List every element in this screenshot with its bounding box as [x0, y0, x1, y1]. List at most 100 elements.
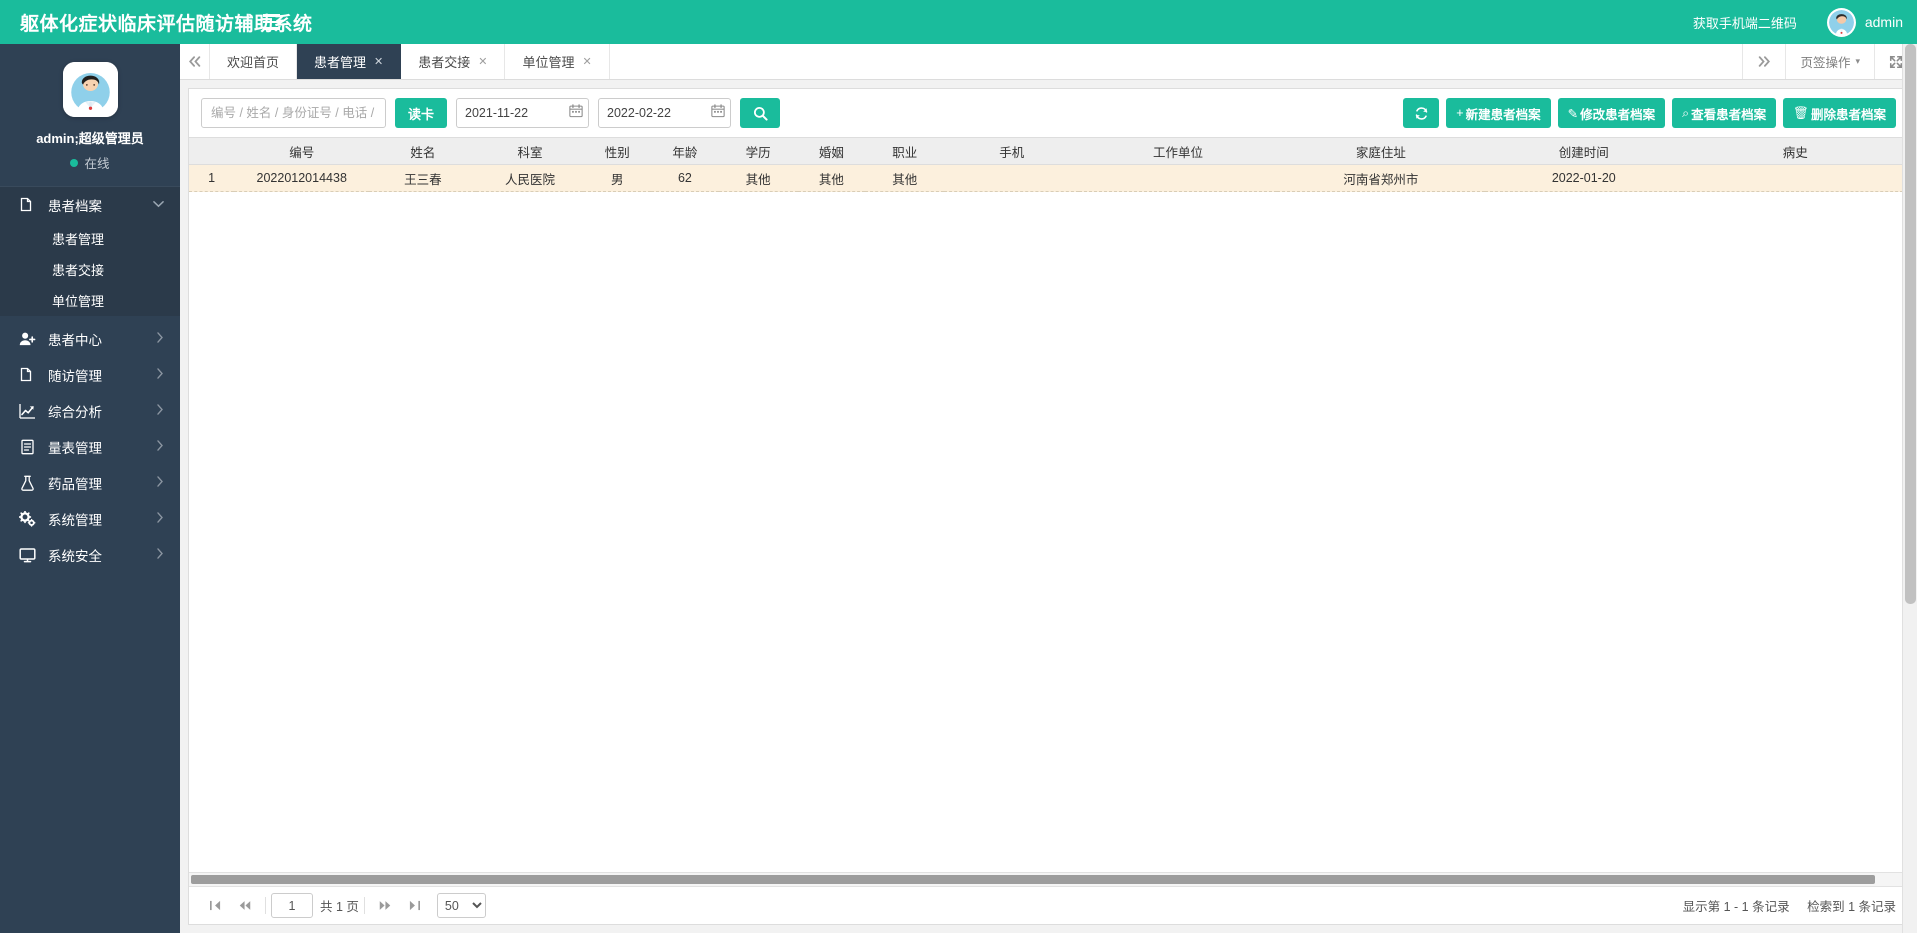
- page-first-icon: [210, 900, 221, 911]
- tab-患者交接[interactable]: 患者交接 ✕: [401, 44, 506, 79]
- sidebar-submenu: 患者管理 患者交接 单位管理: [0, 223, 180, 316]
- tab-bar: 欢迎首页 患者管理 ✕ 患者交接 ✕ 单位管理 ✕ 页签操作 ▾: [180, 44, 1917, 80]
- gears-icon: [16, 508, 38, 530]
- sidebar-menu: 患者档案患者管理 患者交接 单位管理患者中心随访管理综合分析 量表管理 药品管理 系统管理…: [0, 187, 180, 573]
- table-body: 1 2022012014438 王三春 人民医院男 62 其他 其他 其他 河南省郑州市 2022…: [189, 164, 1908, 192]
- column-header-编号[interactable]: 编号: [234, 137, 370, 165]
- sidebar-group-2: 随访管理: [0, 357, 180, 393]
- page-number-input[interactable]: [271, 893, 313, 918]
- zoom-search-patient-record-button[interactable]: ⌕ 查看患者档案: [1672, 98, 1777, 128]
- user-menu[interactable]: admin: [1826, 7, 1903, 37]
- table-row[interactable]: 1 2022012014438 王三春 人民医院男 62 其他 其他 其他 河南省郑州市 2022…: [189, 164, 1908, 192]
- hamburger-menu-icon[interactable]: [254, 0, 288, 44]
- column-header-index[interactable]: [189, 137, 235, 165]
- page-prev-button[interactable]: [230, 900, 260, 911]
- sidebar-item-患者档案[interactable]: 患者档案: [0, 187, 180, 223]
- page-scrollbar[interactable]: [1902, 44, 1917, 933]
- column-header-工作单位[interactable]: 工作单位: [1079, 137, 1277, 165]
- sidebar-item-患者中心[interactable]: 患者中心: [0, 321, 180, 357]
- patient-table-scroll[interactable]: 编号 姓名 科室 性别 年龄 学历 婚姻 职业 手机 工作单位 家庭住址 创建时间 病史 1 202201…: [189, 137, 1908, 872]
- page-first-button[interactable]: [201, 900, 230, 911]
- column-header-年龄[interactable]: 年龄: [651, 137, 719, 165]
- date-to-wrapper: [598, 98, 732, 128]
- tab-actions-dropdown[interactable]: 页签操作 ▾: [1785, 44, 1874, 79]
- page-last-button[interactable]: [400, 900, 429, 911]
- chevron-right-icon: [156, 404, 164, 418]
- tab-label: 患者管理: [314, 55, 367, 70]
- tabs-scroll-right-button[interactable]: [1742, 44, 1785, 79]
- tab-患者管理[interactable]: 患者管理 ✕: [297, 44, 402, 79]
- close-icon[interactable]: ✕: [374, 55, 383, 68]
- sidebar-item-随访管理[interactable]: 随访管理: [0, 357, 180, 393]
- table-cell: 男: [583, 164, 652, 192]
- sidebar-item-系统安全[interactable]: 系统安全: [0, 537, 180, 573]
- mobile-qrcode-link[interactable]: 获取手机端二维码: [1693, 13, 1797, 32]
- app-title: 躯体化症状临床评估随访辅助系统: [20, 13, 313, 35]
- sidebar-item-label: 患者档案: [48, 199, 102, 214]
- column-header-性别[interactable]: 性别: [583, 137, 652, 165]
- sidebar-subitem-单位管理[interactable]: 单位管理: [0, 285, 180, 316]
- column-header-婚姻[interactable]: 婚姻: [797, 137, 866, 165]
- trash-icon: 🗑: [1793, 105, 1809, 120]
- record-action-buttons: + 新建患者档案 ✎ 修改患者档案 ⌕ 查看患者档案 🗑 删除患者档案: [1403, 98, 1896, 128]
- date-from-input[interactable]: [456, 98, 590, 128]
- double-chevron-left-icon: [188, 56, 200, 67]
- sidebar-item-label: 系统安全: [48, 549, 102, 564]
- sidebar-item-系统管理[interactable]: 系统管理: [0, 501, 180, 537]
- sidebar-subitem-患者管理[interactable]: 患者管理: [0, 223, 180, 254]
- user-plus-icon: [16, 328, 38, 350]
- tabs-scroll-left-button[interactable]: [180, 44, 210, 79]
- pager-divider: [363, 897, 365, 914]
- refresh-button[interactable]: [1403, 98, 1440, 128]
- record-count-info: 显示第 1 - 1 条记录 检索到 1 条记录: [1669, 896, 1896, 915]
- tab-label: 单位管理: [522, 55, 575, 70]
- trash-patient-record-button[interactable]: 🗑 删除患者档案: [1783, 98, 1896, 128]
- sidebar-item-综合分析[interactable]: 综合分析: [0, 393, 180, 429]
- table-cell: 1: [189, 164, 235, 192]
- scrollbar-thumb[interactable]: [191, 875, 1876, 884]
- tab-list: 欢迎首页 患者管理 ✕ 患者交接 ✕ 单位管理 ✕: [210, 44, 1742, 79]
- scrollbar-thumb[interactable]: [1905, 44, 1916, 604]
- read-card-button[interactable]: 读卡: [395, 98, 448, 128]
- column-header-职业[interactable]: 职业: [865, 137, 945, 165]
- tab-单位管理[interactable]: 单位管理 ✕: [505, 44, 610, 79]
- sidebar-item-量表管理[interactable]: 量表管理: [0, 429, 180, 465]
- column-header-学历[interactable]: 学历: [718, 137, 798, 165]
- column-header-家庭住址[interactable]: 家庭住址: [1276, 137, 1486, 165]
- column-header-创建时间[interactable]: 创建时间: [1485, 137, 1683, 165]
- plus-patient-record-button[interactable]: + 新建患者档案: [1446, 98, 1551, 128]
- sidebar-group-0: 患者档案患者管理 患者交接 单位管理: [0, 187, 180, 316]
- page-next-button[interactable]: [370, 900, 400, 911]
- online-status-label: 在线: [84, 157, 110, 171]
- tab-欢迎首页[interactable]: 欢迎首页: [210, 44, 298, 79]
- sidebar-profile: admin;超级管理员 在线: [0, 44, 180, 187]
- edit-patient-record-button[interactable]: ✎ 修改患者档案: [1557, 98, 1666, 128]
- fullscreen-expand-icon: [1889, 55, 1903, 68]
- pager-divider: [265, 897, 266, 914]
- column-header-手机[interactable]: 手机: [944, 137, 1080, 165]
- refresh-icon: [1415, 106, 1428, 120]
- button-label: 新建患者档案: [1465, 107, 1541, 122]
- close-icon[interactable]: ✕: [478, 55, 487, 68]
- monitor-icon: [16, 544, 38, 566]
- date-from-wrapper: [456, 98, 590, 128]
- search-button[interactable]: [740, 98, 781, 128]
- file-copy-icon: [16, 194, 38, 216]
- doctor-avatar-icon: [62, 62, 118, 117]
- sidebar-group-1: 患者中心: [0, 321, 180, 357]
- flask-icon: [16, 472, 38, 494]
- date-to-input[interactable]: [598, 98, 732, 128]
- table-horizontal-scrollbar[interactable]: [189, 872, 1908, 886]
- search-input[interactable]: [201, 98, 386, 128]
- sidebar-item-label: 随访管理: [48, 369, 102, 384]
- column-header-科室[interactable]: 科室: [476, 137, 584, 165]
- sidebar-subitem-患者交接[interactable]: 患者交接: [0, 254, 180, 285]
- column-header-病史[interactable]: 病史: [1682, 137, 1908, 165]
- search-toolbar: 读卡: [189, 89, 1908, 137]
- tab-actions-label: 页签操作: [1800, 56, 1851, 70]
- online-status-dot-icon: [70, 158, 79, 167]
- sidebar-item-药品管理[interactable]: 药品管理: [0, 465, 180, 501]
- page-size-select[interactable]: 102050100: [436, 893, 486, 918]
- column-header-姓名[interactable]: 姓名: [369, 137, 477, 165]
- close-icon[interactable]: ✕: [583, 55, 592, 68]
